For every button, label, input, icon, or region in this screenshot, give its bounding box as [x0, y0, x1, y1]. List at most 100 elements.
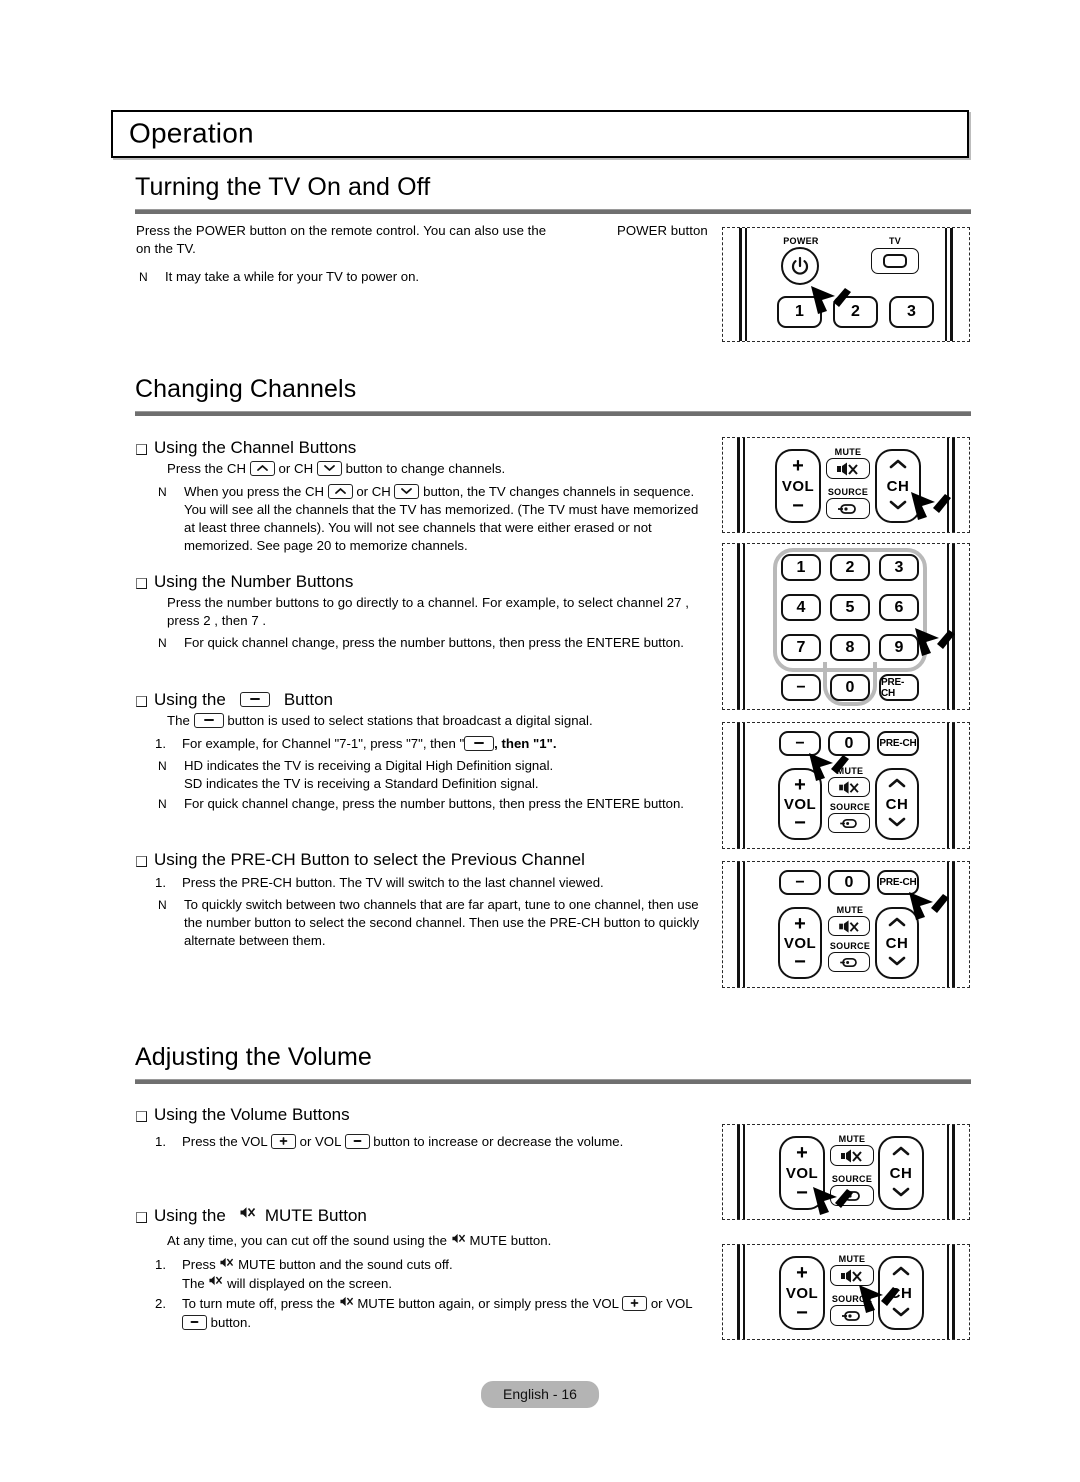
lead-b: MUTE button. — [469, 1233, 552, 1248]
vol-pad[interactable]: + VOL − — [775, 449, 821, 523]
ch-down-icon — [888, 498, 908, 516]
step-mark: 1. — [155, 1257, 166, 1272]
lead-c: button to change channels. — [345, 461, 506, 476]
vol-pad[interactable]: + VOL − — [779, 1256, 825, 1330]
lead-a: Press the CH — [167, 461, 247, 476]
page-footer-badge: English - 16 — [481, 1381, 599, 1408]
key-dash[interactable]: − — [781, 674, 821, 701]
step-c: The — [182, 1275, 205, 1291]
prech-note: N To quickly switch between two channels… — [155, 896, 715, 950]
subhead-label-b: Button — [283, 690, 333, 709]
ch-pad[interactable]: CH — [878, 1136, 924, 1210]
vol-up-key-icon — [270, 1134, 296, 1150]
step-b: , then "1". — [494, 736, 557, 751]
mute-icon — [451, 1232, 466, 1250]
section-title: Adjusting the Volume — [135, 1043, 372, 1071]
ch-pad[interactable]: CH — [875, 768, 919, 840]
note-a: When you press the CH — [184, 484, 324, 499]
dash-key-icon — [239, 691, 270, 707]
power-label: POWER — [783, 236, 819, 246]
key-6[interactable]: 6 — [879, 594, 919, 621]
key-dash[interactable]: − — [779, 870, 821, 895]
step-mark: 1. — [155, 736, 166, 751]
key-0[interactable]: 0 — [830, 674, 870, 701]
mute-step-1: 1. Press MUTE button and the sound cuts … — [155, 1256, 715, 1293]
pointer-arrow-dash — [807, 747, 857, 792]
step-b: MUTE button again, or simply press the V… — [357, 1296, 619, 1311]
key-5[interactable]: 5 — [830, 594, 870, 621]
mute-label: MUTE — [838, 1134, 866, 1144]
ch-label: CH — [885, 934, 909, 952]
note-mark: N — [158, 636, 167, 650]
key-0[interactable]: 0 — [828, 870, 870, 895]
page-title: Operation — [129, 117, 254, 149]
step-body: Press the PRE-CH button. The TV will swi… — [182, 875, 604, 890]
chapter-header: Operation — [111, 110, 969, 158]
mute-button[interactable] — [828, 916, 870, 936]
key-prech[interactable]: PRE-CH — [879, 674, 919, 701]
manual-page: Operation Turning the TV On and Off Pres… — [0, 0, 1080, 1482]
vol-up-key-icon — [622, 1296, 648, 1312]
ch-up-icon — [888, 456, 908, 474]
vol-pad[interactable]: + VOL − — [778, 907, 822, 979]
bullet-square-icon — [136, 443, 147, 455]
bullet-square-icon — [136, 1110, 147, 1122]
remote-diagram-volume: + VOL − MUTE SOURCE CH — [722, 1124, 970, 1220]
mute-icon — [339, 1295, 354, 1313]
mute-icon — [208, 1274, 223, 1292]
mute-lead: At any time, you can cut off the sound u… — [167, 1232, 712, 1251]
dash-button-note-2: N For quick channel change, press the nu… — [155, 795, 700, 813]
ch-down-key-icon — [394, 484, 420, 500]
subhead-label: Using the Number Buttons — [154, 572, 354, 591]
ch-down-key-icon — [316, 461, 342, 477]
step-d: will displayed on the screen. — [227, 1275, 393, 1291]
vol-label: VOL — [783, 795, 817, 813]
key-2[interactable]: 2 — [830, 554, 870, 581]
note-body: For quick channel change, press the numb… — [184, 635, 684, 650]
vol-down-key-icon — [344, 1134, 370, 1150]
subhead-label-a: Using the — [154, 1206, 226, 1225]
tv-button[interactable] — [871, 248, 919, 274]
subhead-label-a: Using the — [154, 690, 226, 709]
note-mark: N — [158, 485, 167, 499]
subhead-prech-button: Using the PRE-CH Button to select the Pr… — [136, 849, 585, 871]
step-c: button to increase or decrease the volum… — [373, 1134, 624, 1149]
lead-b: button is used to select stations that b… — [227, 713, 593, 728]
step-mark: 1. — [155, 875, 166, 890]
key-4[interactable]: 4 — [781, 594, 821, 621]
ch-down-icon — [887, 954, 907, 972]
step-body: Press the VOL or VOL button to increase … — [182, 1133, 715, 1151]
bullet-square-icon — [136, 577, 147, 589]
source-button[interactable] — [828, 952, 870, 972]
step-b: MUTE button and the sound cuts off. — [238, 1257, 453, 1272]
lead-a: At any time, you can cut off the sound u… — [167, 1233, 447, 1248]
vol-up-label: + — [794, 913, 806, 935]
mute-icon — [219, 1256, 234, 1274]
mute-button[interactable] — [826, 458, 870, 479]
ch-up-icon — [887, 775, 907, 793]
key-prech[interactable]: PRE-CH — [877, 731, 919, 756]
key-8[interactable]: 8 — [830, 634, 870, 661]
mute-button[interactable] — [830, 1145, 874, 1166]
vol-down-label: − — [796, 1302, 808, 1324]
source-button[interactable] — [828, 813, 870, 833]
subhead-channel-buttons: Using the Channel Buttons — [136, 437, 356, 459]
key-3[interactable]: 3 — [889, 296, 934, 328]
section-power-heading: Turning the TV On and Off — [135, 172, 971, 214]
ch-up-icon — [891, 1143, 911, 1161]
key-7[interactable]: 7 — [781, 634, 821, 661]
number-buttons-lead: Press the number buttons to go directly … — [167, 595, 689, 628]
key-3[interactable]: 3 — [879, 554, 919, 581]
remote-diagram-numpad: 1 2 3 4 5 6 7 8 9 − 0 PRE-CH — [722, 543, 970, 710]
note-mark: N — [158, 759, 167, 773]
step-body: Press MUTE button and the sound cuts off… — [182, 1256, 715, 1293]
subhead-number-buttons: Using the Number Buttons — [136, 571, 353, 593]
source-button[interactable] — [826, 498, 870, 519]
mute-label: MUTE — [834, 447, 862, 457]
vol-label: VOL — [781, 477, 815, 495]
note-mark: N — [158, 797, 167, 811]
key-1[interactable]: 1 — [781, 554, 821, 581]
prech-step-1: 1. Press the PRE-CH button. The TV will … — [155, 874, 715, 892]
pointer-arrow-vol — [811, 1181, 861, 1219]
ch-up-icon — [887, 914, 907, 932]
